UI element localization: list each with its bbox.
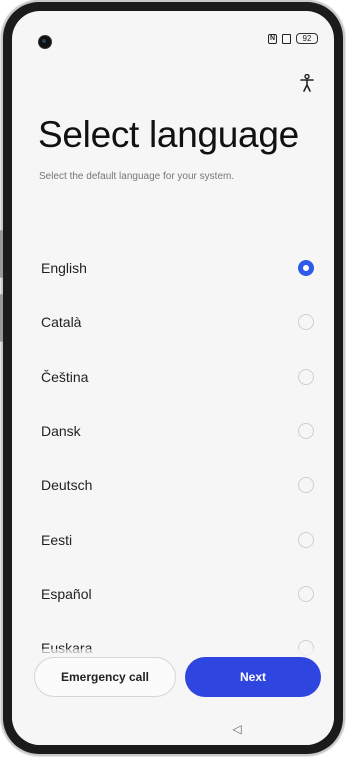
radio-unselected[interactable] — [298, 423, 314, 440]
status-bar: N 92 — [268, 33, 318, 44]
language-item-espanol[interactable]: Español — [12, 567, 334, 621]
language-item-english[interactable]: English — [12, 241, 334, 295]
next-button[interactable]: Next — [185, 657, 321, 697]
radio-selected[interactable] — [298, 260, 314, 277]
language-item-dansk[interactable]: Dansk — [12, 404, 334, 458]
accessibility-icon[interactable] — [298, 73, 316, 94]
power-button — [0, 294, 3, 342]
page-subtitle: Select the default language for your sys… — [39, 171, 235, 182]
language-label: Español — [41, 585, 92, 602]
language-item-cestina[interactable]: Čeština — [12, 350, 334, 404]
volume-button — [0, 230, 3, 278]
phone-frame: N 92 Select language Select the default … — [0, 2, 343, 754]
language-label: Deutsch — [41, 477, 93, 494]
front-camera — [39, 36, 51, 48]
language-item-eesti[interactable]: Eesti — [12, 512, 334, 566]
emergency-call-button[interactable]: Emergency call — [34, 657, 176, 697]
radio-unselected[interactable] — [298, 585, 314, 602]
radio-unselected[interactable] — [298, 531, 314, 548]
language-label: Eesti — [41, 531, 73, 548]
screen: N 92 Select language Select the default … — [12, 11, 334, 745]
footer-bar: Emergency call Next ◁ — [12, 649, 334, 745]
battery-icon: 92 — [296, 33, 318, 44]
back-nav-icon[interactable]: ◁ — [230, 722, 244, 736]
sim-icon — [282, 33, 291, 44]
accessibility-icon-glyph — [300, 73, 314, 92]
language-label: Català — [41, 314, 82, 331]
language-label: Dansk — [41, 423, 81, 440]
nfc-icon: N — [268, 33, 277, 44]
radio-unselected[interactable] — [298, 368, 314, 385]
page-title: Select language — [38, 114, 299, 155]
language-item-deutsch[interactable]: Deutsch — [12, 458, 334, 512]
radio-unselected[interactable] — [298, 314, 314, 331]
radio-unselected[interactable] — [298, 477, 314, 494]
language-label: English — [41, 260, 87, 277]
language-item-catala[interactable]: Català — [12, 295, 334, 349]
language-label: Čeština — [41, 368, 89, 385]
language-list: English Català Čeština Dansk Deutsch Ees… — [12, 241, 334, 675]
